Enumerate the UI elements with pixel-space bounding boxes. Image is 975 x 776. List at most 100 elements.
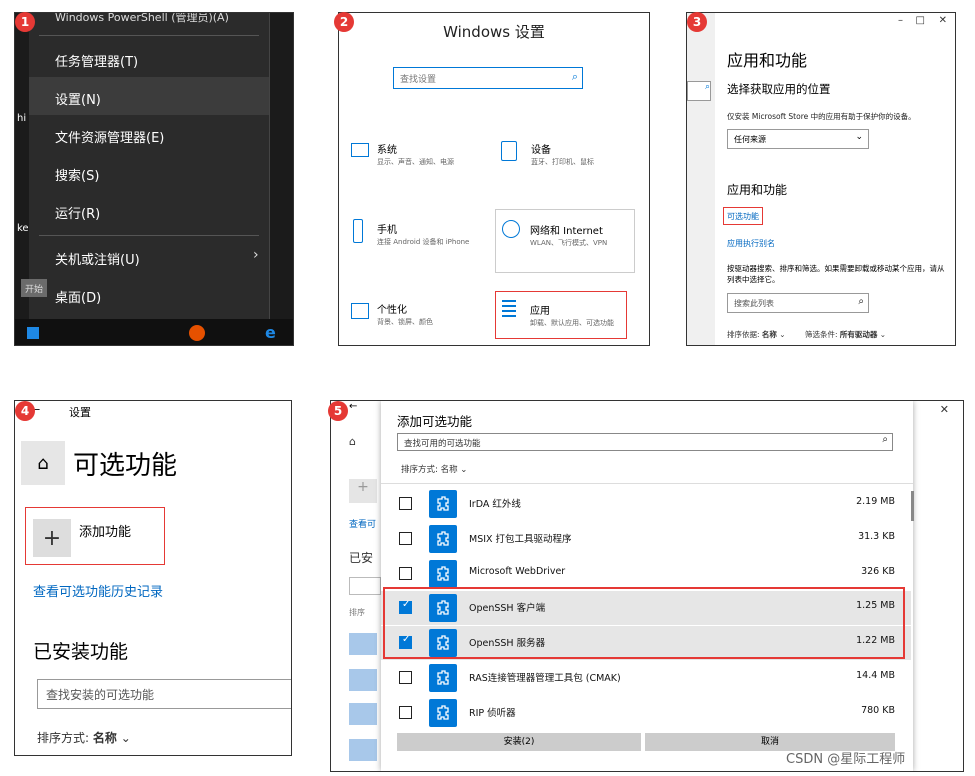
package-icon xyxy=(429,524,457,553)
search-icon: ⌕ xyxy=(858,296,864,307)
tile-sub: WLAN、飞行模式、VPN xyxy=(530,239,608,247)
start-tooltip: 开始 xyxy=(21,279,47,297)
source-dropdown[interactable]: 任何来源 ⌄ xyxy=(727,129,869,149)
feature-checkbox[interactable] xyxy=(399,531,412,545)
feature-row[interactable]: Microsoft WebDriver 326 KB xyxy=(381,557,911,591)
dropdown-value: 任何来源 xyxy=(734,135,766,144)
tile-sub: 连接 Android 设备和 iPhone xyxy=(377,238,470,246)
sort-control[interactable]: 排序依据: 名称 ⌄ xyxy=(727,329,786,340)
step-badge-1: 1 xyxy=(15,12,35,32)
tile-phone[interactable]: 手机 连接 Android 设备和 iPhone xyxy=(347,213,487,273)
feature-name: RIP 侦听器 xyxy=(469,707,516,719)
optional-features-link[interactable]: 可选功能 xyxy=(727,211,759,222)
list-search-input[interactable]: 搜索此列表 ⌕ xyxy=(727,293,869,313)
step-badge-2: 2 xyxy=(334,12,354,32)
filter-value: 所有驱动器 xyxy=(839,330,878,339)
bg-item-icon xyxy=(349,703,377,725)
sort-label: 排序方式: xyxy=(401,465,438,475)
section-heading: 应用和功能 xyxy=(727,183,788,197)
menu-item-powershell-cut[interactable]: Windows PowerShell (管理员)(A) xyxy=(55,13,229,25)
bg-item-icon xyxy=(349,739,377,761)
package-icon xyxy=(429,698,457,727)
tile-title: 设备 xyxy=(531,145,551,156)
header-title: 设置 xyxy=(69,406,91,419)
tile-system[interactable]: 系统 显示、声音、通知、电源 xyxy=(347,135,487,195)
tile-network[interactable]: 网络和 Internet WLAN、飞行模式、VPN xyxy=(495,209,635,273)
feature-name: RAS连接管理器管理工具包 (CMAK) xyxy=(469,673,621,684)
menu-item-shutdown[interactable]: 关机或注销(U) xyxy=(55,249,140,268)
tile-apps[interactable]: 应用 卸载、默认应用、可选功能 xyxy=(495,291,627,339)
plus-icon[interactable]: + xyxy=(33,519,71,557)
minimize-icon[interactable]: – xyxy=(898,15,903,26)
feature-row[interactable]: MSIX 打包工具驱动程序 31.3 KB xyxy=(381,522,911,556)
bg-fragment: ke xyxy=(17,223,29,234)
feature-checkbox[interactable] xyxy=(399,566,412,580)
tile-devices[interactable]: 设备 蓝牙、打印机、鼠标 xyxy=(497,135,637,195)
browser-icon[interactable] xyxy=(189,325,205,341)
filter-control[interactable]: 筛选条件: 所有驱动器 ⌄ xyxy=(805,329,886,340)
home-icon[interactable]: ⌂ xyxy=(21,441,65,485)
feature-size: 14.4 MB xyxy=(856,670,895,681)
watermark: CSDN @星际工程师 xyxy=(786,752,906,767)
globe-icon xyxy=(502,220,520,238)
maximize-icon[interactable]: □ xyxy=(916,15,925,26)
feature-checkbox[interactable] xyxy=(399,671,412,684)
tile-sub: 显示、声音、通知、电源 xyxy=(377,158,454,166)
bg-fragment: 查看可 xyxy=(349,520,377,530)
description: 仅安装 Microsoft Store 中的应用有助于保护你的设备。 xyxy=(727,112,916,121)
tile-sub: 蓝牙、打印机、鼠标 xyxy=(531,158,594,166)
chevron-down-icon: ⌄ xyxy=(855,132,863,142)
tile-sub: 背景、锁屏、颜色 xyxy=(377,318,433,326)
feature-checkbox[interactable] xyxy=(399,705,412,719)
sort-control[interactable]: 排序方式: 名称 ⌄ xyxy=(401,463,467,475)
panel-optional-features: ← 设置 ⌂ 可选功能 + 添加功能 查看可选功能历史记录 已安装功能 查找安装… xyxy=(14,400,292,756)
step-badge-4: 4 xyxy=(15,401,35,421)
openssh-highlight xyxy=(383,587,905,659)
feature-row[interactable]: RAS连接管理器管理工具包 (CMAK) 14.4 MB xyxy=(381,661,911,695)
bg-fragment: 已安 xyxy=(349,551,374,565)
sort-control[interactable]: 排序方式: 名称 ⌄ xyxy=(37,729,131,746)
feature-row[interactable]: IrDA 红外线 2.19 MB xyxy=(381,487,911,521)
history-link[interactable]: 查看可选功能历史记录 xyxy=(33,581,163,600)
install-button[interactable]: 安装(2) xyxy=(397,733,641,751)
search-icon[interactable]: ⌕ xyxy=(687,81,711,101)
menu-item-task-manager[interactable]: 任务管理器(T) xyxy=(55,51,138,70)
plus-icon[interactable]: + xyxy=(349,479,377,503)
panel-add-optional-feature: ← ⌂ + 查看可 已安 排序 – □ ✕ 添加可选功能 查找可用的可选功能 ⌕… xyxy=(330,400,964,772)
winx-menu: Windows PowerShell (管理员)(A) 任务管理器(T) 设置(… xyxy=(29,13,270,323)
feature-search-input[interactable]: 查找可用的可选功能 ⌕ xyxy=(397,433,893,451)
apps-list-icon xyxy=(502,298,516,318)
back-icon[interactable]: ← xyxy=(349,401,357,412)
tile-personalization[interactable]: 个性化 背景、锁屏、颜色 xyxy=(347,295,487,345)
search-placeholder: 搜索此列表 xyxy=(734,299,774,308)
settings-search-input[interactable]: 查找设置 ⌕ xyxy=(393,67,583,89)
section-heading: 已安装功能 xyxy=(33,641,129,663)
installed-search-input[interactable]: 查找安装的可选功能 xyxy=(37,679,291,709)
home-icon[interactable]: ⌂ xyxy=(349,435,356,448)
search-placeholder: 查找设置 xyxy=(400,75,437,85)
add-feature-dialog: 添加可选功能 查找可用的可选功能 ⌕ 排序方式: 名称 ⌄ IrDA 红外线 2.… xyxy=(381,401,914,771)
feature-checkbox[interactable] xyxy=(399,497,412,510)
close-icon[interactable]: ✕ xyxy=(939,15,947,26)
windows-start-icon[interactable] xyxy=(27,327,39,339)
menu-item-run[interactable]: 运行(R) xyxy=(55,203,100,222)
close-icon[interactable]: ✕ xyxy=(940,403,949,416)
panel-windows-settings: Windows 设置 查找设置 ⌕ 系统 显示、声音、通知、电源 设备 蓝牙、打… xyxy=(338,12,650,346)
scrollbar-thumb[interactable] xyxy=(911,491,914,521)
sort-value: 名称 xyxy=(761,330,777,339)
sort-value: 名称 xyxy=(440,465,458,475)
settings-title: Windows 设置 xyxy=(443,23,545,41)
feature-name: IrDA 红外线 xyxy=(469,499,521,510)
edge-icon[interactable]: e xyxy=(265,323,276,342)
add-feature-button[interactable]: 添加功能 xyxy=(79,521,131,540)
package-icon xyxy=(429,559,457,588)
app-alias-link[interactable]: 应用执行别名 xyxy=(727,238,775,249)
paint-icon xyxy=(351,303,369,319)
menu-item-desktop[interactable]: 桌面(D) xyxy=(55,287,101,306)
step-badge-3: 3 xyxy=(687,12,707,32)
menu-item-settings[interactable]: 设置(N) xyxy=(55,89,101,108)
feature-size: 780 KB xyxy=(861,704,895,716)
feature-row[interactable]: RIP 侦听器 780 KB xyxy=(381,696,911,730)
menu-item-file-explorer[interactable]: 文件资源管理器(E) xyxy=(55,127,164,146)
menu-item-search[interactable]: 搜索(S) xyxy=(55,165,99,184)
